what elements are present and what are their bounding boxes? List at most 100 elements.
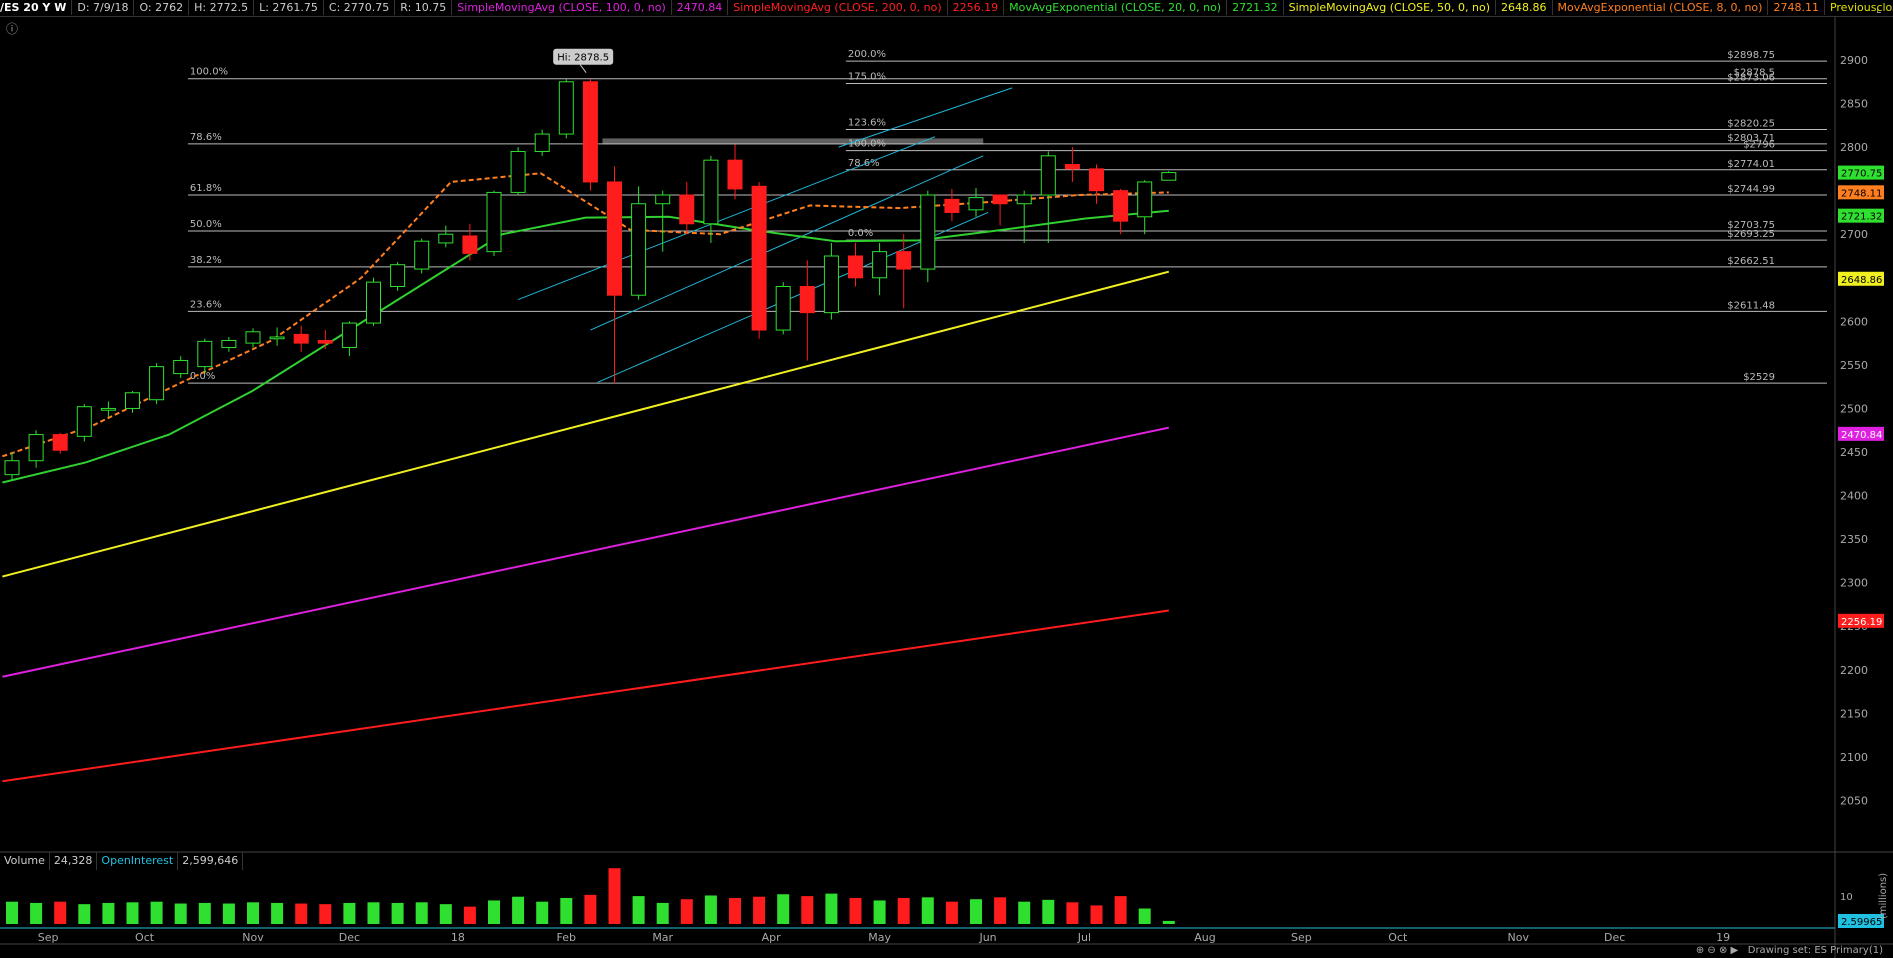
candle-body [390,264,406,287]
axis-value-badge-text: 2470.84 [1841,430,1882,441]
price-tick-label: 2500 [1840,402,1868,415]
candle-body [149,366,165,401]
price-tick-label: 2150 [1840,707,1868,720]
candle-body [28,434,44,462]
candle-body [582,81,598,183]
price-chart[interactable]: 2050210021502200225023002350240024502500… [0,16,1893,958]
volume-bar [704,895,717,924]
volume-axis-label: (millions) [1878,873,1889,919]
candle [76,404,92,442]
candle [1161,171,1177,181]
candle [582,79,598,191]
volume-bar [584,894,597,924]
candle [245,328,261,348]
volume-bar [921,897,934,924]
volume-bar [801,896,814,924]
fib-level-label: 38.2% [190,255,222,266]
candle-body [1113,190,1129,222]
candle-body [1089,168,1104,192]
fib-ext-label: 78.6% [848,158,880,169]
fib-level-label: 61.8% [190,183,222,194]
fib-ext-label: 0.0% [848,228,873,239]
volume-bar [1162,920,1175,924]
study-label[interactable]: SimpleMovingAvg (CLOSE, 50, 0, no) [1284,0,1497,15]
time-axis-label: Sep [38,931,59,944]
study-label[interactable]: SimpleMovingAvg (CLOSE, 100, 0, no) [452,0,672,15]
candle-body [4,460,20,476]
fib-ext-label: 200.0% [848,49,886,60]
study-label[interactable]: MovAvgExponential (CLOSE, 20, 0, no) [1004,0,1228,15]
volume-bar [30,902,43,924]
price-tick-label: 2600 [1840,315,1868,328]
volume-bar [439,904,452,924]
candle-body [631,203,647,296]
bar-low: L: 2761.75 [254,0,324,15]
candle [125,391,140,413]
study-label[interactable]: SimpleMovingAvg (CLOSE, 200, 0, no) [728,0,948,15]
volume-bar [78,904,91,924]
candle [703,155,719,243]
candle [607,166,622,384]
fib-price-label: $2774.01 [1727,159,1775,170]
info-icon[interactable]: ⓘ [6,20,18,37]
candle-body [510,150,526,193]
candle [293,325,309,352]
candle [149,363,165,405]
price-tick-label: 2700 [1840,228,1868,241]
time-axis-label: 19 [1716,931,1730,944]
bar-close: C: 2770.75 [324,0,396,15]
symbol-label[interactable]: /ES 20 Y W [0,0,73,15]
candle-body [76,406,92,437]
fib-price-label: $2693.25 [1727,229,1775,240]
candle-body [848,255,863,279]
candle [366,277,381,326]
candle [1113,188,1129,235]
candle-body [920,194,936,270]
fib-price-label: $2529 [1743,372,1775,383]
time-axis-label: 18 [451,931,465,944]
fib-price-label: $2898.75 [1727,50,1775,61]
time-axis-label: Jul [1077,931,1091,944]
time-axis-label: Dec [339,931,360,944]
volume-bar [897,897,910,924]
candle [1064,147,1080,182]
volume-bar [174,903,187,924]
volume-bar [849,897,862,924]
fib-level-label: 78.6% [190,132,222,143]
fib-price-label: $2820.25 [1727,118,1775,129]
volume-bar [753,896,766,924]
candle [52,432,68,454]
study-label[interactable]: MovAvgExponential (CLOSE, 8, 0, no) [1553,0,1769,15]
candle-body [366,281,381,324]
time-axis-label: Oct [135,931,155,944]
volume-bar [656,902,669,924]
axis-value-badge-text: 2770.75 [1841,169,1882,180]
price-tick-label: 2050 [1840,794,1868,807]
time-axis-label: May [868,931,891,944]
volume-bar [102,902,115,924]
study-labels: SimpleMovingAvg (CLOSE, 100, 0, no) 2470.… [452,0,1893,15]
zoom-icons[interactable]: ⊕ ⊖ ⊗ ▶ [1696,945,1748,956]
axis-value-badge-text: 2.59965 [1841,917,1882,928]
candle-body [438,233,454,244]
candle [100,401,116,418]
volume-bar [463,906,476,924]
drawing-tool-icon[interactable]: ⌞ [1876,1,1882,15]
volume-bar [488,900,500,924]
candle [896,234,912,309]
volume-bar [512,896,525,924]
candle-body [414,240,430,270]
candle-body [125,392,140,409]
candle-body [968,197,984,211]
candle-body [245,331,261,344]
volume-bar [680,899,693,924]
study-value: 2648.86 [1496,0,1553,15]
candle [462,223,478,261]
price-tick-label: 2400 [1840,490,1868,503]
study-value: 2721.32 [1227,0,1284,15]
volume-bar [1066,902,1079,924]
fib-ext-label: 100.0% [848,139,886,150]
candle [920,190,936,283]
study-label[interactable]: Previousclose (DAY, 1, -1, yes) [1825,0,1893,15]
volume-bar [54,901,67,924]
